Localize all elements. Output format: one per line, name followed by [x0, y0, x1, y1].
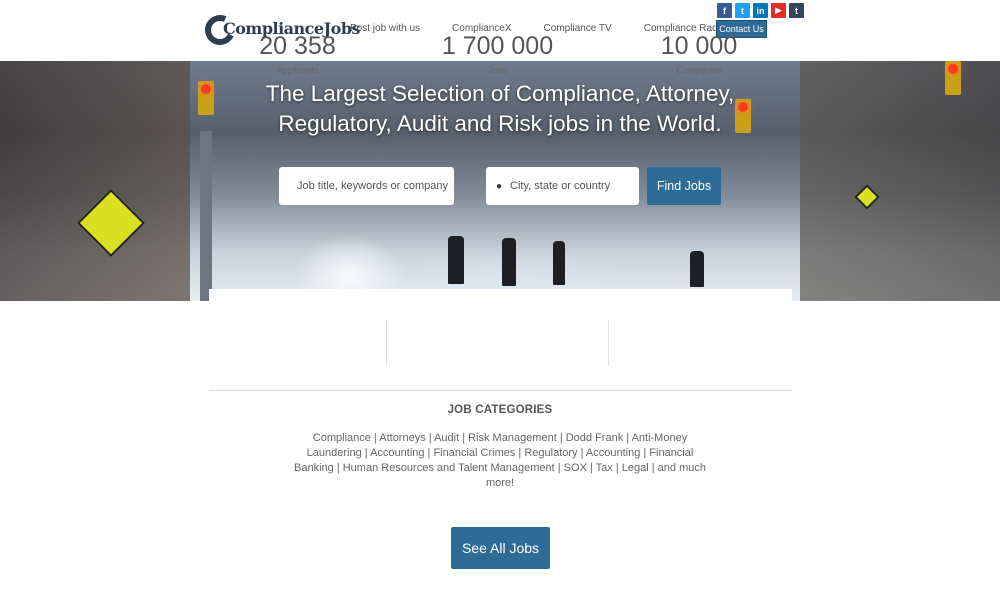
stat-companies: 10 000 Companies [609, 31, 789, 75]
stat-value: 1 700 000 [441, 32, 554, 60]
stat-label: Applicants [276, 65, 319, 75]
job-search-placeholder: Job title, keywords or company [297, 180, 449, 192]
signal-pole-left [200, 131, 212, 301]
stat-applicants: 20 358 Applicants [209, 31, 386, 75]
twitter-icon[interactable]: t [735, 3, 750, 18]
stat-jobs: 1 700 000 Jobs [387, 31, 608, 75]
tumblr-icon[interactable]: t [789, 3, 804, 18]
pedestrian [690, 251, 704, 287]
stat-label: Companies [676, 65, 722, 75]
pedestrian [502, 238, 516, 286]
divider [608, 320, 609, 366]
social-icons: f t in ▶ t [717, 3, 804, 18]
see-all-jobs-button[interactable]: See All Jobs [451, 527, 550, 569]
pedestrian [553, 241, 565, 285]
hero-headline: The Largest Selection of Compliance, Att… [0, 79, 1000, 139]
location-input[interactable]: ● City, state or country [486, 167, 639, 205]
headline-line-2: Regulatory, Audit and Risk jobs in the W… [278, 111, 722, 136]
headline-line-1: The Largest Selection of Compliance, Att… [265, 81, 735, 106]
map-pin-icon: ● [496, 180, 503, 192]
stat-value: 10 000 [660, 32, 738, 60]
facebook-icon[interactable]: f [717, 3, 732, 18]
job-categories-list[interactable]: Compliance | Attorneys | Audit | Risk Ma… [290, 431, 710, 491]
stats-panel [209, 289, 792, 391]
section-divider [209, 390, 792, 391]
linkedin-icon[interactable]: in [753, 3, 768, 18]
job-categories-title: JOB CATEGORIES [447, 404, 553, 416]
find-jobs-button[interactable]: Find Jobs [647, 167, 721, 205]
youtube-icon[interactable]: ▶ [771, 3, 786, 18]
stat-label: Jobs [487, 65, 507, 75]
pedestrian [448, 236, 464, 284]
job-search-input[interactable]: Job title, keywords or company [279, 167, 454, 205]
divider [386, 320, 387, 366]
location-placeholder: City, state or country [510, 180, 611, 192]
hero-banner: The Largest Selection of Compliance, Att… [0, 61, 1000, 301]
stat-value: 20 358 [259, 32, 336, 60]
